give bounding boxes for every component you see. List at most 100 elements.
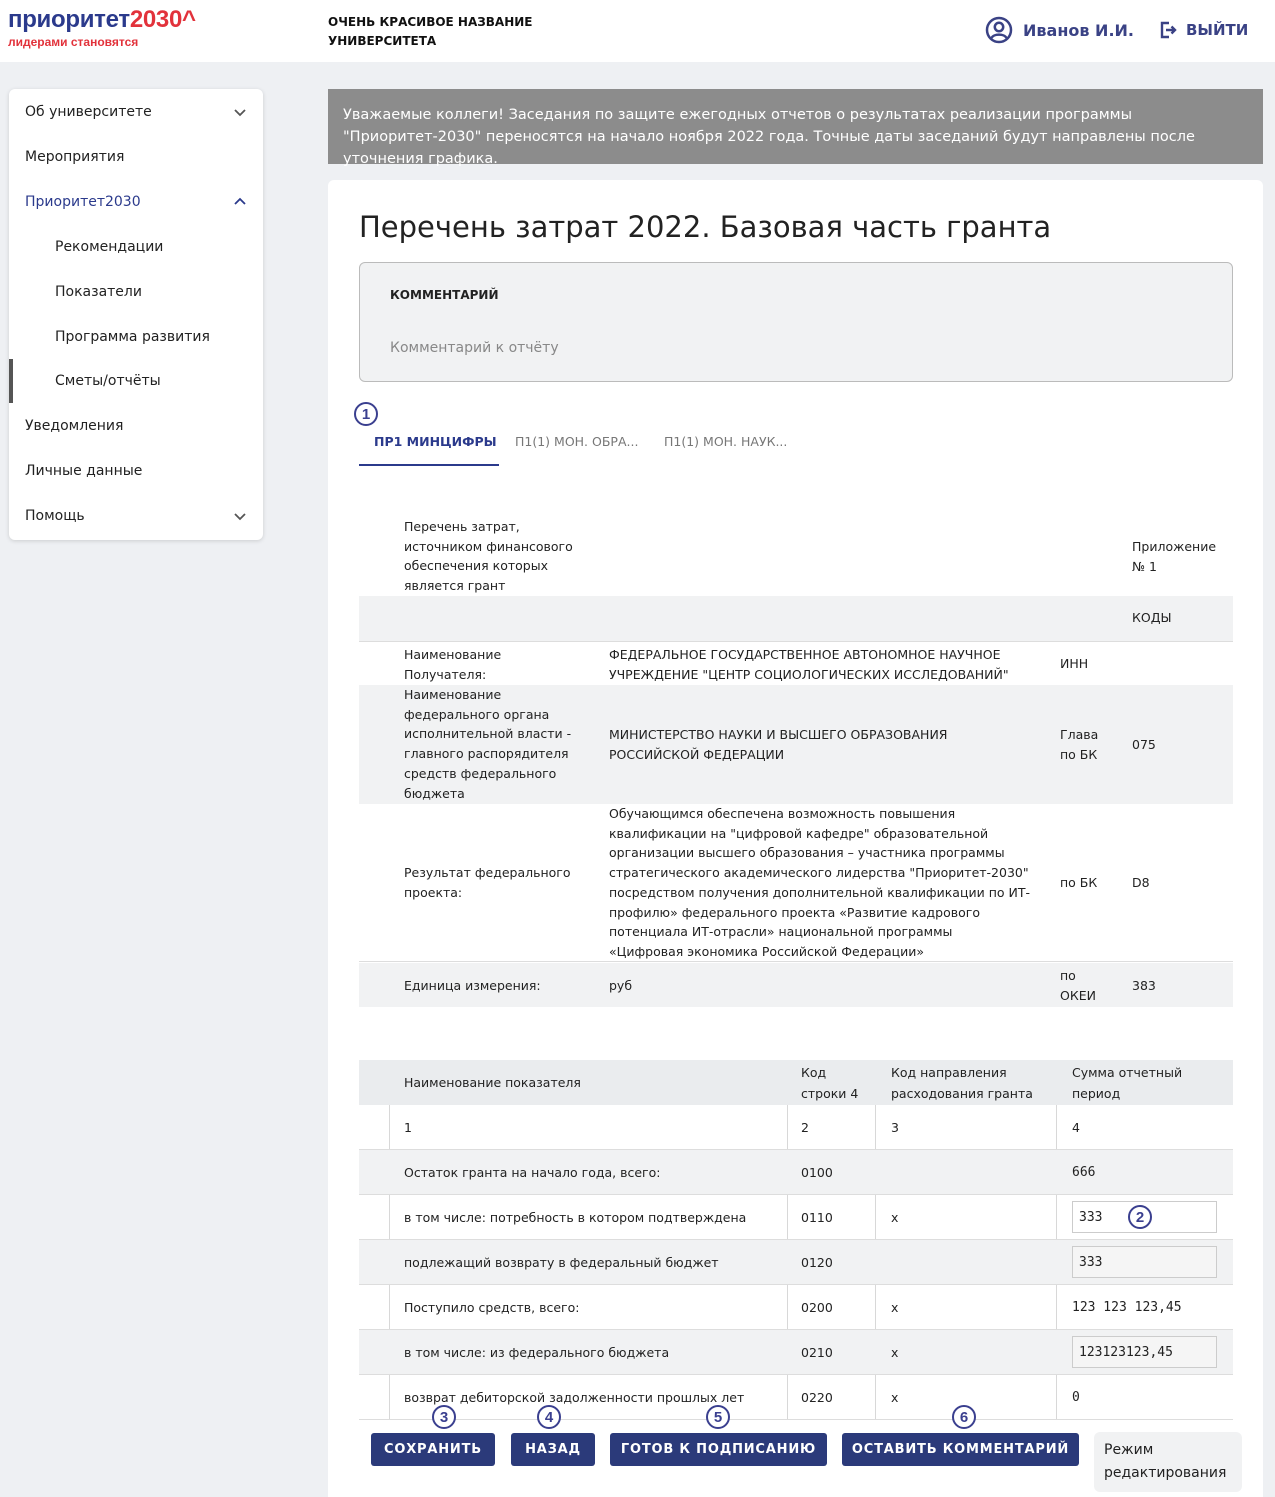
- cell-direction: х: [891, 1209, 899, 1225]
- annotation-badge-1: 1: [354, 402, 378, 426]
- info-row-unit: Единица измерения: руб по ОКЕИ 383: [359, 963, 1233, 1007]
- cell-name: Остаток гранта на начало года, всего:: [404, 1164, 661, 1180]
- organ-label-line: бюджета: [404, 785, 465, 801]
- annotation-badge-2: 2: [1128, 1205, 1152, 1229]
- sidebar-item-label: Личные данные: [25, 463, 143, 479]
- unit-label: Единица измерения:: [404, 978, 541, 993]
- recipient-label: Наименование Получателя:: [404, 645, 501, 684]
- header-direction-code-line: Код направления: [891, 1064, 1007, 1080]
- logo-year: 2030^: [129, 6, 196, 33]
- logout-button[interactable]: ВЫЙТИ: [1158, 20, 1248, 40]
- organ-value-line: МИНИСТЕРСТВО НАУКИ И ВЫСШЕГО ОБРАЗОВАНИЯ: [609, 727, 948, 742]
- glava-label: Глава по БК: [1060, 725, 1098, 764]
- user-profile[interactable]: Иванов И.И.: [985, 16, 1134, 44]
- result-value-line: «Цифровая экономика Российской Федерации…: [609, 943, 925, 959]
- save-button[interactable]: СОХРАНИТЬ: [371, 1433, 495, 1466]
- logout-icon: [1160, 21, 1177, 39]
- header-row-code: Код строки 4: [801, 1060, 858, 1105]
- edit-mode-label-line: редактирования: [1104, 1465, 1227, 1481]
- university-name-line2: УНИВЕРСИТЕТА: [328, 34, 437, 48]
- sidebar-item-indicators[interactable]: Показатели: [55, 280, 255, 304]
- cell-code: 0220: [801, 1389, 833, 1405]
- result-value-line: организации высшего образования – участн…: [609, 845, 1005, 861]
- result-value-line: посредством получения дополнительной ква…: [609, 884, 1030, 900]
- edit-mode-toggle[interactable]: Режим редактирования: [1094, 1432, 1242, 1492]
- glava-code: 075: [1132, 737, 1156, 752]
- annotation-badge-3: 3: [432, 1405, 456, 1429]
- edit-mode-label-line: Режим: [1104, 1442, 1154, 1458]
- organ-label-line: исполнительной власти -: [404, 726, 572, 742]
- tab-p1-mon-educ[interactable]: П1(1) МОН. ОБРА...: [515, 434, 638, 449]
- table-row: в том числе: из федерального бюджета 021…: [359, 1330, 1233, 1375]
- cell-direction: х: [891, 1344, 899, 1360]
- sidebar-item-notifications[interactable]: Уведомления: [25, 414, 247, 438]
- organ-label-line: средств федерального: [404, 765, 557, 781]
- organ-label-line: главного распорядителя: [404, 746, 569, 762]
- user-avatar-icon: [985, 16, 1013, 44]
- tab-pr1-mincifry[interactable]: ПР1 МИНЦИФРЫ: [374, 434, 497, 449]
- organ-label-line: федерального органа: [404, 706, 550, 722]
- tab-p1-mon-science[interactable]: П1(1) МОН. НАУК...: [664, 434, 787, 449]
- header-row-code-line: Код: [801, 1064, 827, 1080]
- main-card: Перечень затрат 2022. Базовая часть гран…: [328, 180, 1263, 1497]
- leave-comment-button[interactable]: ОСТАВИТЬ КОММЕНТАРИЙ: [842, 1433, 1079, 1466]
- appendix-line: № 1: [1132, 558, 1157, 574]
- result-label-line: проекта:: [404, 884, 463, 900]
- result-value-line: квалификации на "цифровой кафедре" образ…: [609, 825, 989, 841]
- logout-label: ВЫЙТИ: [1186, 21, 1249, 39]
- sidebar-item-about[interactable]: Об университете: [25, 100, 247, 124]
- logo-text: приоритет2030^: [8, 8, 196, 32]
- header-direction-code: Код направления расходования гранта: [891, 1060, 1033, 1105]
- okei-code: 383: [1132, 978, 1156, 993]
- sidebar-item-personal-data[interactable]: Личные данные: [25, 459, 247, 483]
- sidebar-item-development-program[interactable]: Программа развития: [55, 325, 255, 349]
- result-value: Обучающимся обеспечена возможность повыш…: [609, 804, 1030, 962]
- sidebar-item-events[interactable]: Мероприятия: [25, 145, 247, 169]
- sum-input-0210[interactable]: 123123123,45: [1072, 1336, 1217, 1368]
- glava-label-line: по БК: [1060, 746, 1098, 762]
- cell-name: Поступило средств, всего:: [404, 1299, 580, 1315]
- tab-active-underline: [359, 464, 499, 466]
- cell-sum: 123 123 123,45: [1072, 1299, 1182, 1315]
- glava-label-line: Глава: [1060, 727, 1099, 742]
- cell-sum: 666: [1072, 1164, 1096, 1180]
- sidebar-item-label: Сметы/отчёты: [55, 373, 161, 389]
- result-value-line: Обучающимся обеспечена возможность повыш…: [609, 806, 956, 821]
- back-button[interactable]: НАЗАД: [511, 1433, 595, 1466]
- cell-direction: х: [891, 1299, 899, 1315]
- info-row-result: Результат федерального проекта: Обучающи…: [359, 804, 1233, 962]
- cell-direction: х: [891, 1389, 899, 1405]
- ready-to-sign-button[interactable]: ГОТОВ К ПОДПИСАНИЮ: [610, 1433, 827, 1466]
- cell-code: 0110: [801, 1209, 833, 1225]
- sum-input-0120[interactable]: 333: [1072, 1246, 1217, 1278]
- recipient-value-line: ФЕДЕРАЛЬНОЕ ГОСУДАРСТВЕННОЕ АВТОНОМНОЕ Н…: [609, 647, 1001, 662]
- sidebar-item-estimates-reports[interactable]: Сметы/отчёты: [55, 369, 255, 393]
- cell-sum: 0: [1072, 1389, 1080, 1405]
- info-row-recipient: Наименование Получателя: ФЕДЕРАЛЬНОЕ ГОС…: [359, 641, 1233, 685]
- sidebar-item-recommendations[interactable]: Рекомендации: [55, 235, 255, 259]
- top-header: приоритет2030^ лидерами становятся ОЧЕНЬ…: [0, 0, 1275, 62]
- cell-name: 1: [404, 1119, 412, 1135]
- info-title-line: источником финансового: [404, 538, 573, 554]
- sidebar-item-label: Рекомендации: [55, 239, 164, 255]
- header-sum-line: Сумма отчетный: [1072, 1064, 1183, 1080]
- cell-name: в том числе: из федерального бюджета: [404, 1344, 670, 1360]
- sidebar: Об университете Мероприятия Приоритет203…: [9, 89, 263, 540]
- university-name: ОЧЕНЬ КРАСИВОЕ НАЗВАНИЕ УНИВЕРСИТЕТА: [328, 13, 568, 51]
- table-row: возврат дебиторской задолженности прошлы…: [359, 1375, 1233, 1420]
- sidebar-item-label: Уведомления: [25, 418, 124, 434]
- cell-sum: 4: [1072, 1119, 1080, 1135]
- chevron-down-icon: [234, 513, 246, 521]
- organ-label: Наименование федерального органа исполни…: [404, 685, 571, 803]
- result-label: Результат федерального проекта:: [404, 863, 571, 902]
- sidebar-item-priority2030[interactable]: Приоритет2030: [25, 190, 247, 214]
- sidebar-item-help[interactable]: Помощь: [25, 504, 247, 528]
- comment-field[interactable]: КОММЕНТАРИЙ Комментарий к отчёту: [359, 262, 1233, 382]
- recipient-label-line: Получателя:: [404, 666, 487, 682]
- cell-direction: 3: [891, 1119, 899, 1135]
- okei-label: по ОКЕИ: [1060, 966, 1096, 1005]
- info-row-organ: Наименование федерального органа исполни…: [359, 685, 1233, 804]
- logo[interactable]: приоритет2030^ лидерами становятся: [8, 8, 196, 50]
- sidebar-item-label: Программа развития: [55, 329, 210, 345]
- notice-banner: Уважаемые коллеги! Заседания по защите е…: [328, 89, 1263, 167]
